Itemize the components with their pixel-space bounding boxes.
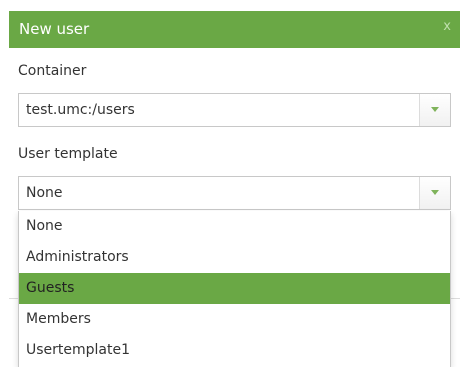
option-label: Administrators <box>26 249 129 265</box>
dropdown-option-none[interactable]: None <box>19 211 450 242</box>
dialog-title: New user <box>19 20 90 38</box>
divider <box>9 298 18 299</box>
user-template-select-toggle[interactable] <box>419 177 450 209</box>
user-template-label: User template <box>18 146 118 162</box>
user-template-select-value: None <box>26 185 63 201</box>
option-label: Guests <box>26 280 75 296</box>
chevron-down-icon <box>431 107 439 112</box>
dropdown-option-administrators[interactable]: Administrators <box>19 242 450 273</box>
option-label: None <box>26 218 63 234</box>
new-user-dialog: New user x Container test.umc:/users Use… <box>0 0 469 367</box>
divider <box>451 298 460 299</box>
dialog-titlebar: New user x <box>9 11 460 48</box>
option-label: Usertemplate1 <box>26 342 131 358</box>
container-select-toggle[interactable] <box>419 94 450 126</box>
dropdown-option-usertemplate1[interactable]: Usertemplate1 <box>19 335 450 366</box>
container-label: Container <box>18 63 87 79</box>
dropdown-option-guests[interactable]: Guests <box>19 273 450 304</box>
container-select-value: test.umc:/users <box>26 102 135 118</box>
user-template-dropdown: None Administrators Guests Members Usert… <box>18 211 451 367</box>
chevron-down-icon <box>431 190 439 195</box>
close-icon[interactable]: x <box>443 19 451 34</box>
dropdown-option-members[interactable]: Members <box>19 304 450 335</box>
user-template-select[interactable]: None <box>18 176 451 210</box>
option-label: Members <box>26 311 91 327</box>
container-select[interactable]: test.umc:/users <box>18 93 451 127</box>
